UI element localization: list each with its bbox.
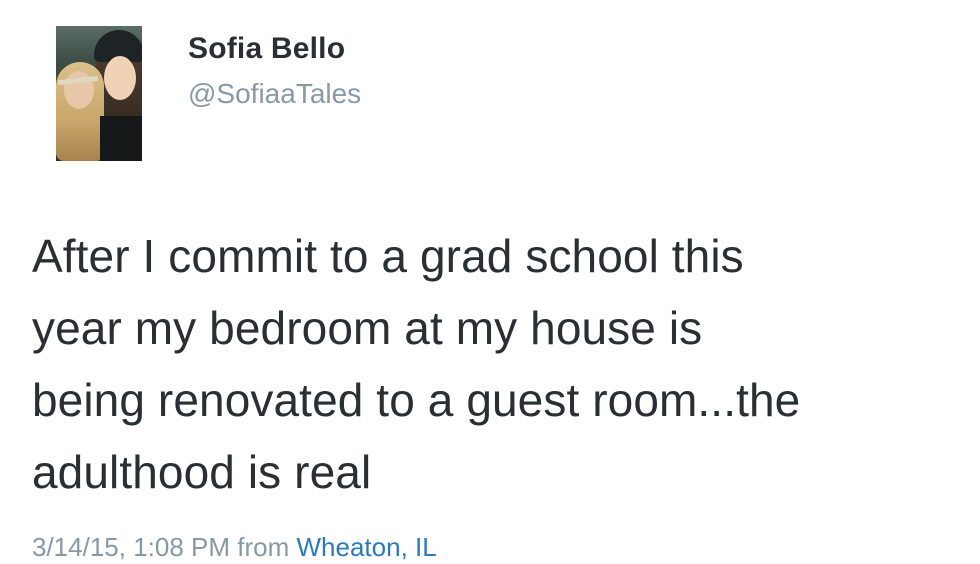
tweet-card: Sofia Bello @SofiaaTales After I commit … <box>0 0 980 562</box>
tweet-text: After I commit to a grad school this yea… <box>32 220 952 508</box>
timestamp[interactable]: 3/14/15, 1:08 PM <box>32 532 230 562</box>
tweet-text-line: After I commit to a grad school this <box>32 230 744 282</box>
tweet-header: Sofia Bello @SofiaaTales <box>56 26 361 161</box>
avatar[interactable] <box>56 26 142 161</box>
location-link[interactable]: Wheaton, IL <box>297 532 437 562</box>
username[interactable]: @SofiaaTales <box>188 76 361 112</box>
tweet-text-line: being renovated to a guest room...the <box>32 374 801 426</box>
user-names: Sofia Bello @SofiaaTales <box>188 30 361 112</box>
tweet-text-line: adulthood is real <box>32 446 372 498</box>
tweet-text-line: year my bedroom at my house is <box>32 302 703 354</box>
display-name[interactable]: Sofia Bello <box>188 30 361 68</box>
tweet-meta: 3/14/15, 1:08 PM from Wheaton, IL <box>32 530 437 564</box>
from-label: from <box>237 532 290 562</box>
